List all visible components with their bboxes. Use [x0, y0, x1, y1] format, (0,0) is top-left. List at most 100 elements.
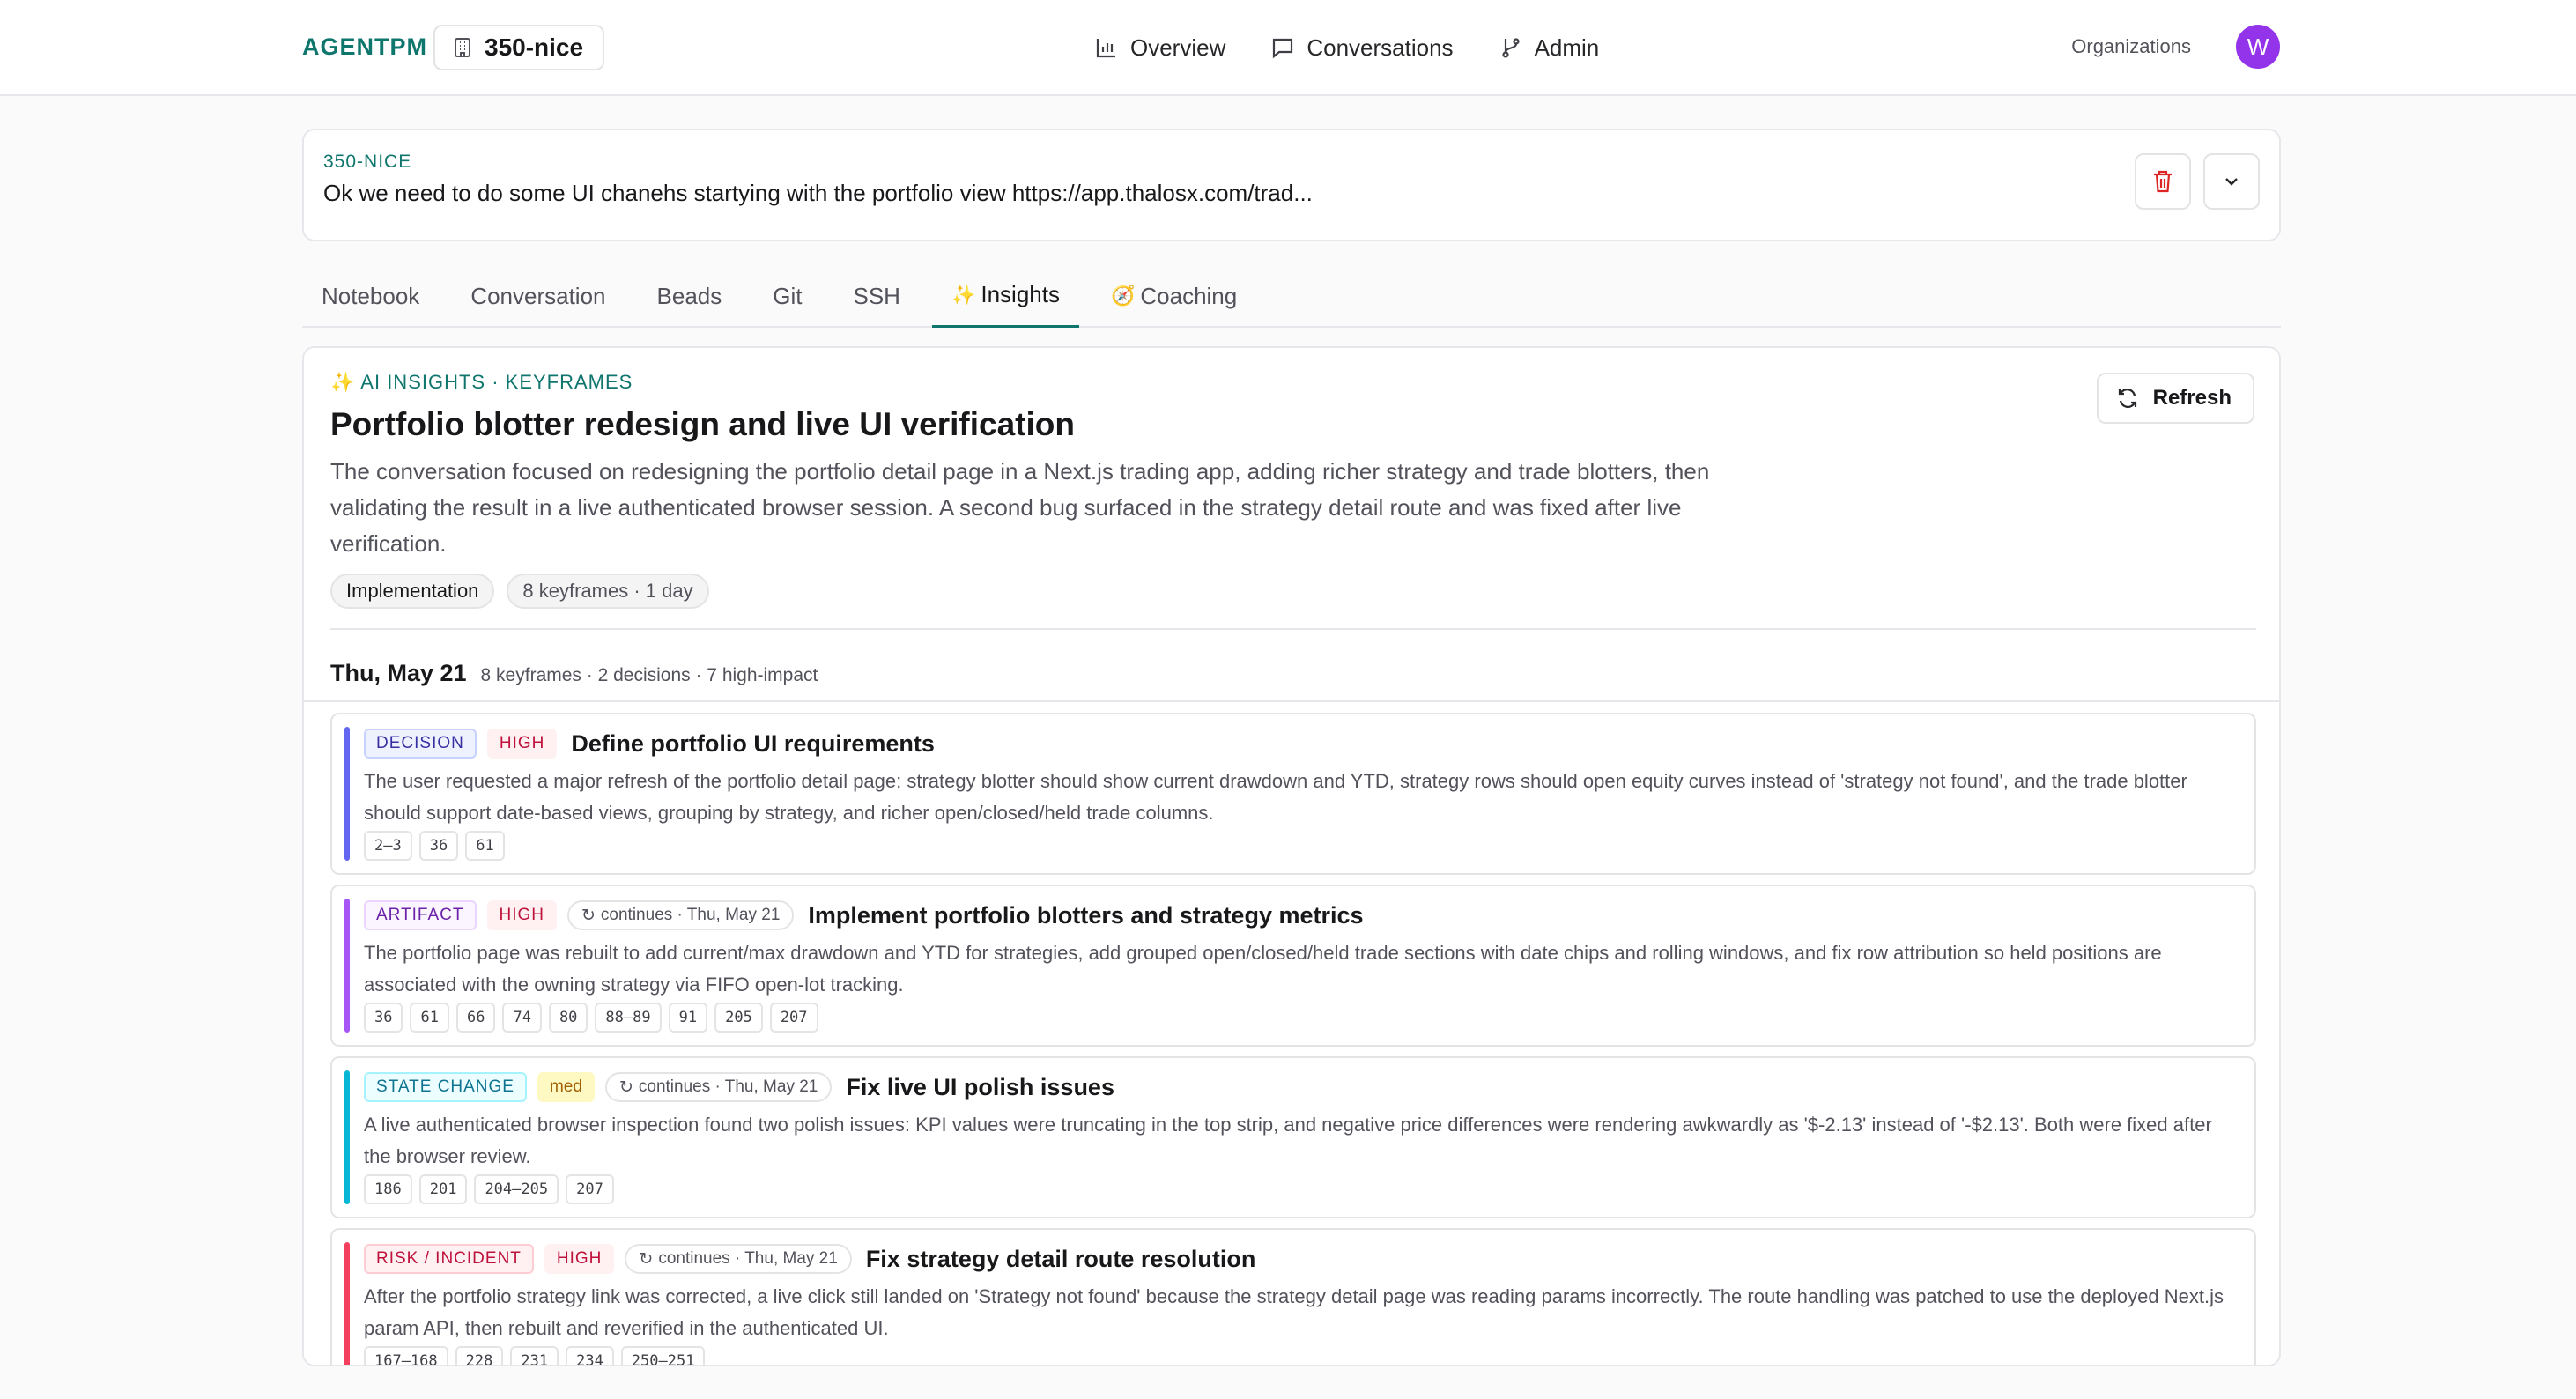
- refresh-label: Refresh: [2152, 386, 2232, 410]
- keyframe-card[interactable]: RISK / INCIDENT HIGH ↻ continues · Thu, …: [330, 1228, 2256, 1365]
- nav-conversations-label: Conversations: [1307, 33, 1454, 61]
- message-ref-chip[interactable]: 91: [668, 1003, 708, 1033]
- tab-notebook[interactable]: Notebook: [302, 264, 439, 328]
- type-badge: ARTIFACT: [364, 900, 477, 930]
- message-ref-chip[interactable]: 234: [566, 1346, 614, 1365]
- tab-label: Conversation: [470, 282, 606, 309]
- main-nav: Overview Conversations Admin: [1095, 26, 1599, 69]
- message-ref-chip[interactable]: 80: [548, 1003, 588, 1033]
- nav-overview-label: Overview: [1130, 33, 1226, 61]
- keyframe-header: ARTIFACT HIGH ↻ continues · Thu, May 21 …: [364, 900, 1364, 930]
- continues-badge[interactable]: ↻ continues · Thu, May 21: [567, 900, 795, 930]
- impact-badge: HIGH: [486, 900, 557, 930]
- message-ref-chip[interactable]: 74: [502, 1003, 542, 1033]
- organizations-link[interactable]: Organizations: [2071, 35, 2191, 58]
- bar-chart-icon: [1096, 39, 1115, 58]
- continues-label: continues · Thu, May 21: [658, 1249, 838, 1268]
- tab-beads[interactable]: Beads: [638, 264, 742, 328]
- tab-coaching[interactable]: 🧭 Coaching: [1092, 264, 1256, 328]
- message-refs: 167–168 228 231 234 250–251: [364, 1346, 706, 1365]
- message-ref-chip[interactable]: 61: [410, 1003, 449, 1033]
- tab-label: SSH: [853, 282, 900, 309]
- keyframe-description: The user requested a major refresh of th…: [364, 770, 2187, 824]
- continues-label: continues · Thu, May 21: [638, 1077, 818, 1096]
- continue-icon: ↻: [618, 1077, 633, 1097]
- nav-admin[interactable]: Admin: [1499, 26, 1600, 69]
- tab-label: Git: [773, 282, 803, 309]
- tab-bar: Notebook Conversation Beads Git SSH ✨ In…: [302, 264, 2281, 328]
- continue-icon: ↻: [639, 1249, 654, 1269]
- keyframe-title: Define portfolio UI requirements: [571, 729, 935, 757]
- delete-button[interactable]: [2135, 153, 2191, 210]
- keyframe-description: A live authenticated browser inspection …: [364, 1114, 2212, 1167]
- compass-icon: 🧭: [1110, 285, 1136, 307]
- message-ref-chip[interactable]: 186: [364, 1174, 412, 1204]
- keyframe-header: DECISION HIGH Define portfolio UI requir…: [364, 729, 935, 759]
- keyframe-title: Implement portfolio blotters and strateg…: [808, 901, 1364, 929]
- keyframe-accent-bar: [344, 1070, 350, 1204]
- day-label: Thu, May 21: [330, 660, 467, 686]
- nav-conversations[interactable]: Conversations: [1271, 26, 1454, 69]
- keyframe-card[interactable]: DECISION HIGH Define portfolio UI requir…: [330, 713, 2256, 875]
- category-pill: Implementation: [330, 574, 495, 609]
- tab-conversation[interactable]: Conversation: [451, 264, 625, 328]
- insights-kicker: ✨ AI INSIGHTS · KEYFRAMES: [330, 371, 633, 393]
- keyframe-title: Fix strategy detail route resolution: [865, 1245, 1256, 1272]
- insights-title: Portfolio blotter redesign and live UI v…: [330, 406, 1075, 442]
- keyframe-header: STATE CHANGE med ↻ continues · Thu, May …: [364, 1072, 1114, 1102]
- keyframe-card[interactable]: ARTIFACT HIGH ↻ continues · Thu, May 21 …: [330, 885, 2256, 1047]
- avatar[interactable]: W: [2236, 25, 2280, 69]
- type-badge: DECISION: [364, 729, 477, 759]
- refresh-button[interactable]: Refresh: [2096, 373, 2254, 424]
- keyframe-accent-bar: [344, 899, 350, 1033]
- conversation-header: 350-NICE Ok we need to do some UI chaneh…: [302, 129, 2281, 241]
- message-refs: 2–3 36 61: [364, 831, 505, 861]
- keyframe-count-pill: 8 keyframes · 1 day: [507, 574, 709, 609]
- tab-ssh[interactable]: SSH: [833, 264, 919, 328]
- brand-logo[interactable]: AGENTPM: [302, 33, 427, 61]
- insights-panel: ✨ AI INSIGHTS · KEYFRAMES Portfolio blot…: [302, 346, 2281, 1366]
- git-branch-icon: [1501, 38, 1520, 58]
- message-square-icon: [1273, 38, 1293, 59]
- keyframe-title: Fix live UI polish issues: [846, 1073, 1114, 1100]
- keyframe-accent-bar: [344, 727, 350, 861]
- message-ref-chip[interactable]: 207: [769, 1003, 818, 1033]
- top-nav-bar: AGENTPM 350-nice Overview Conversations …: [0, 0, 2576, 96]
- message-ref-chip[interactable]: 231: [510, 1346, 559, 1365]
- message-ref-chip[interactable]: 36: [418, 831, 459, 861]
- continues-badge[interactable]: ↻ continues · Thu, May 21: [625, 1244, 852, 1274]
- message-ref-chip[interactable]: 2–3: [364, 831, 412, 861]
- message-ref-chip[interactable]: 204–205: [474, 1174, 559, 1204]
- keyframe-description: After the portfolio strategy link was co…: [364, 1285, 2224, 1339]
- message-refs: 36 61 66 74 80 88–89 91 205 207: [364, 1003, 818, 1033]
- message-ref-chip[interactable]: 167–168: [364, 1346, 448, 1365]
- message-ref-chip[interactable]: 88–89: [595, 1003, 662, 1033]
- tab-label: Coaching: [1140, 282, 1238, 309]
- nav-overview[interactable]: Overview: [1095, 26, 1225, 69]
- continues-badge[interactable]: ↻ continues · Thu, May 21: [604, 1072, 833, 1102]
- tab-git[interactable]: Git: [753, 264, 821, 328]
- project-switcher[interactable]: 350-nice: [433, 25, 605, 70]
- message-ref-chip[interactable]: 228: [455, 1346, 504, 1365]
- message-ref-chip[interactable]: 205: [714, 1003, 763, 1033]
- message-ref-chip[interactable]: 250–251: [620, 1346, 706, 1365]
- message-ref-chip[interactable]: 61: [465, 831, 505, 861]
- type-badge: RISK / INCIDENT: [364, 1244, 534, 1274]
- message-ref-chip[interactable]: 207: [566, 1174, 614, 1204]
- tab-insights[interactable]: ✨ Insights: [931, 264, 1079, 328]
- sparkles-icon: ✨: [951, 283, 976, 306]
- insights-pills: Implementation 8 keyframes · 1 day: [330, 574, 709, 609]
- insights-summary: The conversation focused on redesigning …: [330, 458, 1710, 557]
- expand-button[interactable]: [2203, 153, 2260, 210]
- refresh-icon: [2118, 389, 2136, 408]
- tab-label: Notebook: [322, 282, 420, 309]
- message-ref-chip[interactable]: 201: [418, 1174, 468, 1204]
- tab-label: Beads: [656, 282, 722, 309]
- keyframe-card[interactable]: STATE CHANGE med ↻ continues · Thu, May …: [330, 1056, 2256, 1218]
- conversation-prompt: Ok we need to do some UI chanehs startyi…: [323, 180, 1313, 206]
- project-name: 350-nice: [485, 33, 584, 61]
- message-ref-chip[interactable]: 66: [455, 1003, 496, 1033]
- keyframe-description: The portfolio page was rebuilt to add cu…: [364, 942, 2162, 996]
- nav-admin-label: Admin: [1534, 33, 1600, 61]
- message-ref-chip[interactable]: 36: [364, 1003, 403, 1033]
